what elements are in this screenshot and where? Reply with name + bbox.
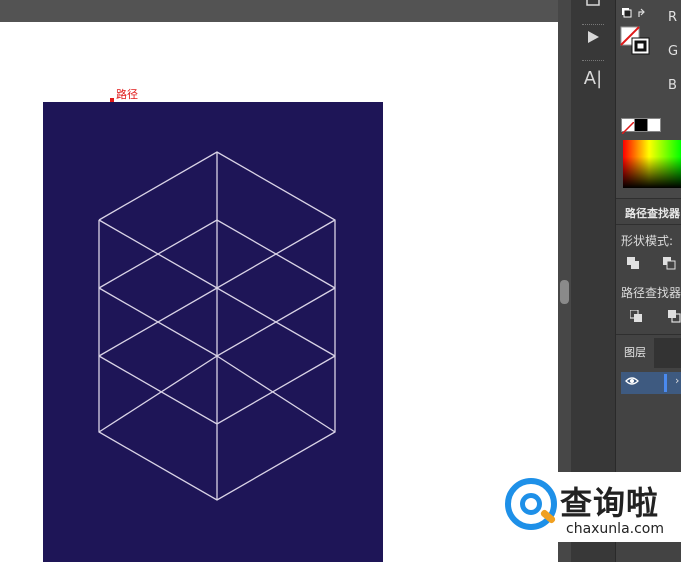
line-art-paths	[98, 151, 336, 501]
divide-icon[interactable]	[630, 310, 643, 323]
black-swatch[interactable]	[634, 118, 648, 132]
isometric-line-art[interactable]	[43, 102, 383, 562]
tab-bar-background	[654, 338, 681, 368]
trim-icon[interactable]	[668, 310, 681, 323]
character-panel-icon[interactable]: A|	[578, 66, 608, 92]
panel-icon-top[interactable]	[578, 0, 608, 16]
document-tab-bar	[0, 0, 558, 22]
logo-q-inner-ring	[520, 493, 542, 515]
panel-divider	[616, 198, 681, 199]
play-icon[interactable]	[578, 26, 608, 52]
minus-front-icon[interactable]	[663, 257, 676, 270]
none-swatch[interactable]	[621, 118, 635, 135]
g-label: G	[668, 44, 679, 59]
path-anchor-marker	[110, 98, 114, 102]
unite-icon[interactable]	[627, 257, 640, 270]
pathfinders-label: 路径查找器	[621, 286, 681, 300]
panel-divider	[616, 224, 681, 225]
path-smart-guide-label: 路径	[116, 88, 138, 101]
pathfinder-panel-title[interactable]: 路径查找器	[625, 205, 680, 221]
b-label: B	[668, 78, 677, 93]
chevron-right-icon[interactable]: ›	[675, 374, 679, 387]
fill-stroke-icon[interactable]	[620, 26, 652, 56]
dock-grip	[582, 60, 604, 63]
color-spectrum[interactable]	[623, 140, 681, 188]
panel-divider	[616, 334, 681, 335]
shape-modes-label: 形状模式:	[621, 234, 674, 248]
default-colors-icon[interactable]	[621, 6, 661, 22]
tab-layers[interactable]: 图层	[616, 338, 654, 368]
watermark-brand-cn: 查询啦	[560, 484, 660, 522]
r-label: R	[668, 10, 678, 25]
watermark-brand-en: chaxunla.com	[566, 521, 664, 537]
layer-color-bar	[664, 374, 667, 392]
scroll-thumb[interactable]	[560, 280, 569, 304]
eye-icon[interactable]	[625, 375, 639, 389]
white-swatch[interactable]	[647, 118, 661, 132]
